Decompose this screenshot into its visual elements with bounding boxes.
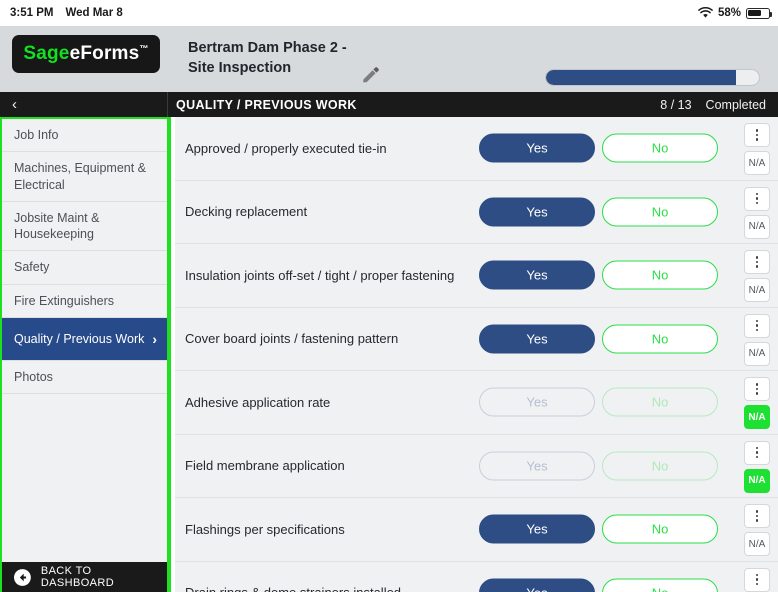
logo-eforms-text: eForms xyxy=(69,43,140,64)
edit-title-button[interactable] xyxy=(360,66,386,88)
question-label: Decking replacement xyxy=(185,204,308,220)
form-progress-fill xyxy=(546,70,736,85)
section-status: Completed xyxy=(705,97,766,112)
answer-yes-button[interactable]: Yes xyxy=(479,324,595,354)
app-header: SageeForms™ Bertram Dam Phase 2 - Site I… xyxy=(0,26,778,106)
logo-trademark: ™ xyxy=(139,43,149,54)
pencil-icon xyxy=(363,67,379,83)
form-title: Bertram Dam Phase 2 - Site Inspection xyxy=(188,40,347,76)
section-navbar: ‹ QUALITY / PREVIOUS WORK 8 / 13 Complet… xyxy=(0,92,778,117)
question-row: Insulation joints off-set / tight / prop… xyxy=(175,244,778,308)
app-root: 3:51 PM Wed Mar 8 58% SageeForms™ Bertra… xyxy=(0,0,778,592)
answer-na-button[interactable]: N/A xyxy=(744,468,770,493)
question-row: Adhesive application rate Yes No N/A xyxy=(175,371,778,435)
sidebar-item-label: Photos xyxy=(14,369,53,384)
section-count: 8 / 13 xyxy=(660,97,692,112)
answer-no-button[interactable]: No xyxy=(602,324,718,354)
question-row: Drain rings & dome strainers installed Ye… xyxy=(175,562,778,592)
sidebar-item-label: Jobsite Maint & Housekeeping xyxy=(14,210,100,241)
answer-na-button[interactable]: N/A xyxy=(744,214,770,239)
kebab-menu-icon[interactable] xyxy=(744,377,770,401)
ios-status-bar: 3:51 PM Wed Mar 8 58% xyxy=(0,0,778,26)
kebab-menu-icon[interactable] xyxy=(744,440,770,465)
sidebar: Job Info Machines, Equipment & Electrical… xyxy=(0,117,171,592)
status-bar-strip xyxy=(167,0,778,26)
back-to-dashboard-label: BACK TO DASHBOARD xyxy=(40,565,115,589)
section-title: QUALITY / PREVIOUS WORK xyxy=(176,97,357,112)
answer-no-button[interactable]: No xyxy=(602,260,718,290)
question-label: Insulation joints off-set / tight / prop… xyxy=(185,267,455,283)
question-row: Field membrane application Yes No N/A xyxy=(175,435,778,498)
answer-yes-button[interactable]: Yes xyxy=(479,197,595,227)
question-row: Flashings per specifications Yes No N/A xyxy=(175,498,778,562)
sidebar-item-photos[interactable]: Photos xyxy=(2,360,167,394)
kebab-menu-icon[interactable] xyxy=(744,123,770,147)
sidebar-item-safety[interactable]: Safety xyxy=(2,251,167,285)
question-label: Flashings per specifications xyxy=(185,521,345,537)
back-to-dashboard-button[interactable]: BACK TO DASHBOARD xyxy=(2,562,167,592)
question-label: Adhesive application rate xyxy=(185,394,331,410)
sidebar-item-quality-previous-work[interactable]: Quality / Previous Work › xyxy=(2,317,167,361)
sidebar-item-label: Job Info xyxy=(14,128,59,142)
wifi-icon xyxy=(698,7,713,18)
answer-yes-button[interactable]: Yes xyxy=(479,133,595,163)
form-progress-bar xyxy=(545,69,760,86)
question-label: Approved / properly executed tie-in xyxy=(185,140,387,156)
battery-icon xyxy=(746,7,773,19)
question-list[interactable]: Approved / properly executed tie-in Yes No… xyxy=(175,117,778,592)
question-label: Cover board joints / fastening pattern xyxy=(185,331,399,347)
sidebar-item-list: Job Info Machines, Equipment & Electrical… xyxy=(2,119,167,592)
answer-na-button[interactable]: N/A xyxy=(744,532,770,556)
status-bar-left: 3:51 PM Wed Mar 8 xyxy=(0,7,123,19)
answer-yes-button[interactable]: Yes xyxy=(479,260,595,290)
answer-no-button[interactable]: No xyxy=(602,387,718,417)
kebab-menu-icon[interactable] xyxy=(744,567,770,592)
status-date: Wed Mar 8 xyxy=(65,7,123,19)
sidebar-item-label: Fire Extinguishers xyxy=(14,293,115,308)
answer-no-button[interactable]: No xyxy=(602,197,718,227)
status-time: 3:51 PM xyxy=(10,7,54,19)
sage-eforms-logo: SageeForms™ xyxy=(12,35,160,73)
question-label: Drain rings & dome strainers installed xyxy=(185,584,465,592)
chevron-left-icon: ‹ xyxy=(12,96,17,113)
kebab-menu-icon[interactable] xyxy=(744,504,770,528)
answer-yes-button[interactable]: Yes xyxy=(479,451,595,481)
sidebar-item-label: Machines, Equipment & Electrical xyxy=(14,161,147,192)
answer-na-button[interactable]: N/A xyxy=(744,151,770,175)
kebab-menu-icon[interactable] xyxy=(744,186,770,211)
kebab-menu-icon[interactable] xyxy=(744,250,770,274)
answer-yes-button[interactable]: Yes xyxy=(479,578,595,592)
answer-na-button[interactable]: N/A xyxy=(744,341,770,366)
logo-sage-text: Sage xyxy=(23,43,70,64)
section-progress: 8 / 13 Completed xyxy=(660,92,766,117)
navbar-divider xyxy=(167,92,168,117)
answer-no-button[interactable]: No xyxy=(602,514,718,544)
answer-na-button[interactable]: N/A xyxy=(744,278,770,302)
sidebar-item-label: Safety xyxy=(14,260,50,275)
sidebar-item-job-info[interactable]: Job Info xyxy=(2,119,167,153)
kebab-menu-icon[interactable] xyxy=(744,313,770,338)
question-row: Cover board joints / fastening pattern Ye… xyxy=(175,308,778,371)
sidebar-item-fire-extinguishers[interactable]: Fire Extinguishers xyxy=(2,284,167,318)
sidebar-item-jobsite-maint-housekeeping[interactable]: Jobsite Maint & Housekeeping xyxy=(2,201,167,252)
question-row: Decking replacement Yes No N/A xyxy=(175,181,778,244)
sidebar-item-label: Quality / Previous Work xyxy=(14,331,145,346)
status-bar-right: 58% xyxy=(698,0,773,26)
answer-yes-button[interactable]: Yes xyxy=(479,514,595,544)
sidebar-item-machines-equipment-electrical[interactable]: Machines, Equipment & Electrical xyxy=(2,152,167,202)
question-label: Field membrane application xyxy=(185,458,345,474)
battery-percent: 58% xyxy=(717,7,741,19)
chevron-right-icon: › xyxy=(152,330,157,347)
nav-back-button[interactable]: ‹ xyxy=(10,92,25,117)
answer-yes-button[interactable]: Yes xyxy=(479,387,595,417)
question-row: Approved / properly executed tie-in Yes No… xyxy=(175,117,778,181)
answer-no-button[interactable]: No xyxy=(602,578,718,592)
arrow-left-circle-icon xyxy=(14,568,31,586)
answer-no-button[interactable]: No xyxy=(602,451,718,481)
answer-no-button[interactable]: No xyxy=(602,133,718,163)
answer-na-button[interactable]: N/A xyxy=(744,405,770,429)
